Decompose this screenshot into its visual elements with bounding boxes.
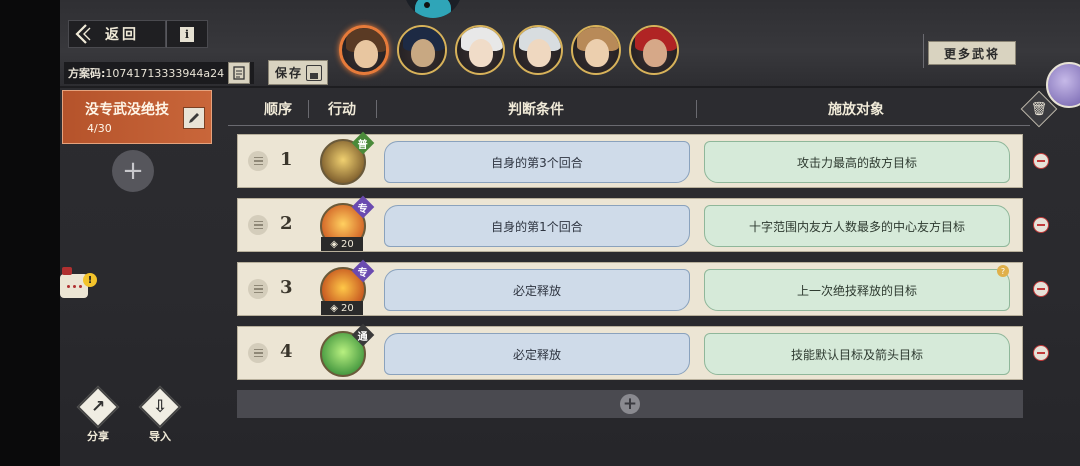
strategy-editor-screen: 返回 i 方案码: 10741713333944a24 保存 更多武将 没专武没…	[60, 0, 1080, 466]
divider	[696, 100, 697, 118]
condition-field[interactable]: 必定释放	[384, 269, 690, 311]
add-action-button[interactable]: +	[237, 390, 1023, 418]
more-heroes-button[interactable]: 更多武将	[928, 41, 1016, 65]
condition-field[interactable]: 必定释放	[384, 333, 690, 375]
import-icon: ⇩	[138, 385, 182, 429]
assistant-avatar[interactable]	[1046, 62, 1080, 108]
hero-face	[411, 39, 435, 67]
back-button[interactable]: 返回	[68, 20, 166, 48]
copy-code-icon[interactable]	[228, 62, 251, 84]
diamond-icon: ◈	[330, 302, 338, 314]
plus-icon: +	[122, 156, 144, 186]
table-header: 顺序 行动 判断条件 施放对象	[228, 92, 1030, 126]
add-preset-button[interactable]: +	[112, 150, 154, 192]
header-target: 施放对象	[828, 101, 884, 118]
target-field[interactable]: 上一次绝技释放的目标	[704, 269, 1010, 311]
action-row[interactable]: 2 专 ◈ 20 自身的第1个回合 十字范围内友方人数最多的中心友方目标	[237, 195, 1023, 252]
drag-handle-icon[interactable]	[248, 343, 268, 363]
save-icon	[306, 64, 323, 81]
preset-card[interactable]: 没专武没绝技 4/30	[62, 90, 212, 144]
action-row[interactable]: 4 通 必定释放 技能默认目标及箭头目标	[237, 323, 1023, 380]
notice-badge: !	[83, 273, 97, 287]
remove-row-button[interactable]	[1033, 217, 1049, 233]
target-field[interactable]: 十字范围内友方人数最多的中心友方目标	[704, 205, 1010, 247]
divider	[923, 34, 924, 68]
share-icon: ↗	[76, 385, 120, 429]
hero-avatar[interactable]	[339, 25, 389, 75]
top-bar: 返回 i 方案码: 10741713333944a24 保存 更多武将	[60, 0, 1080, 88]
plan-code-row: 方案码: 10741713333944a24	[64, 62, 255, 84]
row-order: 3	[280, 277, 293, 298]
header-order: 顺序	[264, 101, 292, 118]
hero-avatar[interactable]	[455, 25, 505, 75]
drag-handle-icon[interactable]	[248, 151, 268, 171]
remove-row-button[interactable]	[1033, 281, 1049, 297]
save-label: 保存	[275, 66, 304, 80]
minus-icon	[1037, 160, 1045, 162]
plan-code-label: 方案码:	[68, 67, 106, 80]
share-button[interactable]: ↗ 分享	[74, 385, 122, 444]
condition-field[interactable]: 自身的第1个回合	[384, 205, 690, 247]
minus-icon	[1037, 224, 1045, 226]
hero-avatar[interactable]	[397, 25, 447, 75]
divider	[376, 100, 377, 118]
more-heroes-group: 更多武将	[923, 34, 1041, 68]
header-condition: 判断条件	[508, 101, 564, 118]
plus-icon: +	[620, 394, 640, 414]
plan-code-value: 10741713333944a24	[105, 66, 225, 80]
hero-face	[469, 39, 493, 67]
hero-avatar[interactable]	[571, 25, 621, 75]
action-row[interactable]: 1 普 自身的第3个回合 攻击力最高的敌方目标	[237, 131, 1023, 188]
diamond-icon: ◈	[330, 238, 338, 250]
share-label: 分享	[87, 430, 109, 443]
trash-icon: 🗑	[1030, 101, 1048, 117]
minus-icon	[1037, 352, 1045, 354]
left-black-strip	[0, 0, 60, 466]
preset-name: 没专武没绝技	[85, 102, 169, 118]
remove-row-button[interactable]	[1033, 153, 1049, 169]
skill-cost: ◈ 20	[321, 301, 363, 315]
mascot-avatar[interactable]	[404, 0, 462, 18]
hero-avatar[interactable]	[513, 25, 563, 75]
row-order: 2	[280, 213, 293, 234]
help-icon[interactable]: ?	[997, 265, 1009, 277]
hero-avatar[interactable]	[629, 25, 679, 75]
preset-count: 4/30	[87, 122, 112, 135]
row-order: 4	[280, 341, 293, 362]
target-field[interactable]: 技能默认目标及箭头目标	[704, 333, 1010, 375]
edit-preset-button[interactable]	[183, 107, 205, 129]
info-button[interactable]: i	[166, 20, 208, 48]
drag-handle-icon[interactable]	[248, 279, 268, 299]
action-row[interactable]: 3 专 ◈ 20 必定释放 上一次绝技释放的目标 ?	[237, 259, 1023, 316]
info-icon: i	[180, 26, 194, 42]
more-heroes-label: 更多武将	[943, 46, 1000, 61]
skill-cost: ◈ 20	[321, 237, 363, 251]
minus-icon	[1037, 288, 1045, 290]
import-label: 导入	[149, 430, 171, 443]
hero-face	[585, 39, 609, 67]
hero-face	[643, 39, 667, 67]
target-field[interactable]: 攻击力最高的敌方目标	[704, 141, 1010, 183]
condition-field[interactable]: 自身的第3个回合	[384, 141, 690, 183]
save-button[interactable]: 保存	[268, 60, 328, 85]
hero-face	[354, 40, 378, 68]
row-order: 1	[280, 149, 293, 170]
header-action: 行动	[328, 101, 356, 118]
divider	[308, 100, 309, 118]
back-label: 返回	[105, 27, 139, 43]
drag-handle-icon[interactable]	[248, 215, 268, 235]
chevron-left-icon	[69, 21, 97, 47]
remove-row-button[interactable]	[1033, 345, 1049, 361]
pencil-icon	[189, 113, 199, 123]
hero-face	[527, 39, 551, 67]
import-button[interactable]: ⇩ 导入	[136, 385, 184, 444]
hero-selector	[339, 25, 679, 75]
